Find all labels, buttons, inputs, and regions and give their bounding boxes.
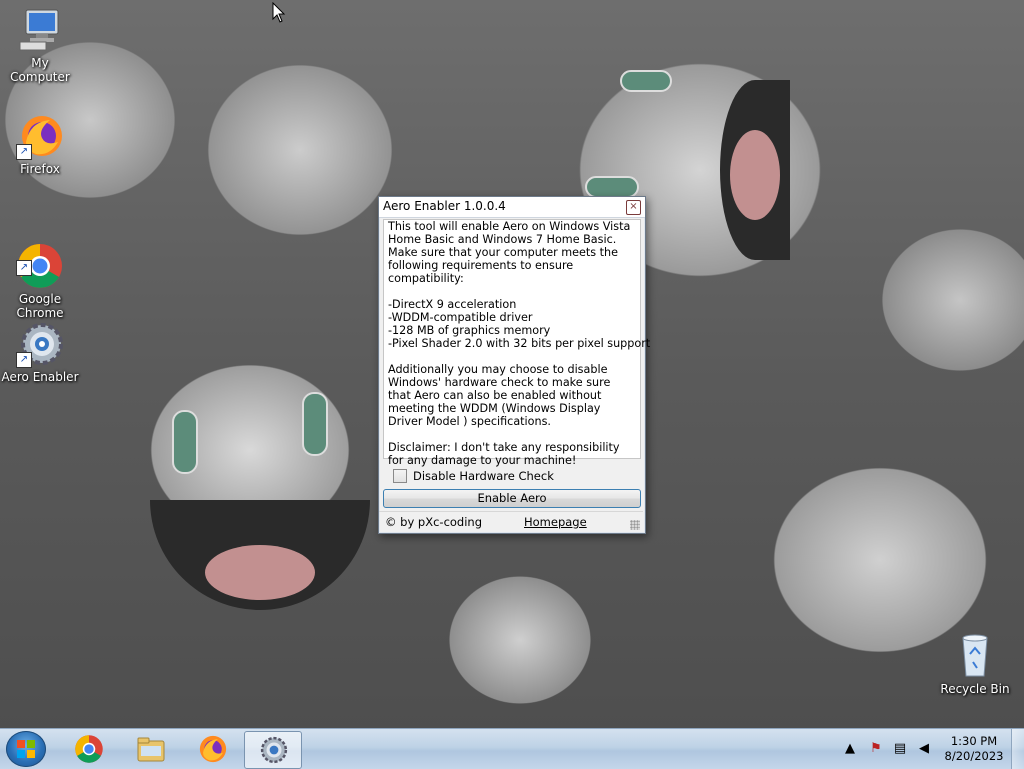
clock-date: 8/20/2023 (944, 749, 1004, 763)
disclaimer-text: Disclaimer: I don't take any responsibil… (388, 441, 620, 467)
show-desktop-button[interactable] (1011, 729, 1024, 769)
requirements-list: -DirectX 9 acceleration -WDDM-compatible… (384, 298, 651, 350)
desktop-icon-google-chrome[interactable]: ↗ Google Chrome (0, 214, 80, 334)
disable-hardware-check-checkbox[interactable] (393, 469, 407, 483)
desktop-icon-label: Aero Enabler (1, 370, 79, 384)
taskbar: ▲ ⚑ ▤ ◀ 1:30 PM 8/20/2023 (0, 728, 1024, 769)
system-tray: ▲ ⚑ ▤ ◀ 1:30 PM 8/20/2023 (824, 729, 1024, 769)
clock-time: 1:30 PM (950, 734, 998, 748)
windows-logo-icon (17, 740, 35, 758)
desktop-icon-my-computer[interactable]: My Computer (0, 6, 80, 84)
homepage-link[interactable]: Homepage (524, 515, 587, 529)
desktop-icon-firefox[interactable]: ↗ Firefox (0, 112, 80, 176)
enable-aero-button[interactable]: Enable Aero (383, 489, 641, 508)
folder-icon (137, 737, 165, 762)
start-button[interactable] (6, 731, 46, 767)
close-icon: × (629, 201, 638, 212)
chrome-icon (75, 735, 103, 763)
desktop-icon-recycle-bin[interactable]: Recycle Bin (935, 632, 1015, 696)
window-title: Aero Enabler 1.0.0.4 (383, 199, 506, 213)
firefox-icon: ↗ (16, 112, 64, 160)
desktop-icon-label: Firefox (20, 162, 60, 176)
shortcut-arrow-icon: ↗ (16, 144, 32, 160)
requirement-item: -WDDM-compatible driver (388, 311, 533, 324)
credit-text: © by pXc-coding (385, 515, 483, 529)
shortcut-arrow-icon: ↗ (16, 260, 32, 276)
mouse-cursor-icon (272, 2, 286, 23)
taskbar-aero-enabler[interactable] (244, 731, 302, 769)
aero-enabler-icon: ↗ (16, 320, 64, 368)
aero-enabler-window: Aero Enabler 1.0.0.4 × This tool will en… (378, 196, 651, 534)
info-textbox[interactable]: This tool will enable Aero on Windows Vi… (383, 219, 651, 467)
desktop-icon-label: Google Chrome (16, 292, 64, 320)
aero-enabler-icon (260, 736, 288, 764)
taskbar-explorer[interactable] (122, 731, 178, 767)
resize-grip-icon[interactable] (630, 520, 640, 530)
action-center-icon[interactable]: ⚑ (868, 741, 884, 757)
shortcut-arrow-icon: ↗ (16, 352, 32, 368)
network-icon[interactable]: ▤ (892, 741, 908, 757)
desktop-icon-label: My Computer (10, 56, 70, 84)
checkbox-label: Disable Hardware Check (413, 469, 554, 483)
show-hidden-icons[interactable]: ▲ (842, 741, 858, 757)
taskbar-firefox[interactable] (184, 731, 240, 767)
desktop-icon-label: Recycle Bin (940, 682, 1010, 696)
chrome-icon: ↗ (16, 228, 64, 288)
clock[interactable]: 1:30 PM 8/20/2023 (942, 734, 1006, 764)
recycle-bin-icon (951, 632, 999, 680)
status-footer: © by pXc-coding Homepage (379, 511, 643, 532)
desktop-icon-aero-enabler[interactable]: ↗ Aero Enabler (0, 320, 80, 384)
computer-icon (16, 6, 64, 54)
title-bar[interactable]: Aero Enabler 1.0.0.4 × (379, 197, 645, 218)
additional-text: Additionally you may choose to disable W… (388, 363, 611, 428)
firefox-icon (199, 735, 227, 763)
volume-icon[interactable]: ◀ (916, 741, 932, 757)
requirement-item: -DirectX 9 acceleration (388, 298, 517, 311)
requirement-item: -128 MB of graphics memory (388, 324, 551, 337)
disable-hardware-check-row[interactable]: Disable Hardware Check (393, 469, 554, 483)
taskbar-chrome[interactable] (60, 731, 116, 767)
close-button[interactable]: × (626, 200, 641, 215)
requirement-item: -Pixel Shader 2.0 with 32 bits per pixel… (388, 337, 651, 350)
intro-text: This tool will enable Aero on Windows Vi… (388, 220, 631, 285)
